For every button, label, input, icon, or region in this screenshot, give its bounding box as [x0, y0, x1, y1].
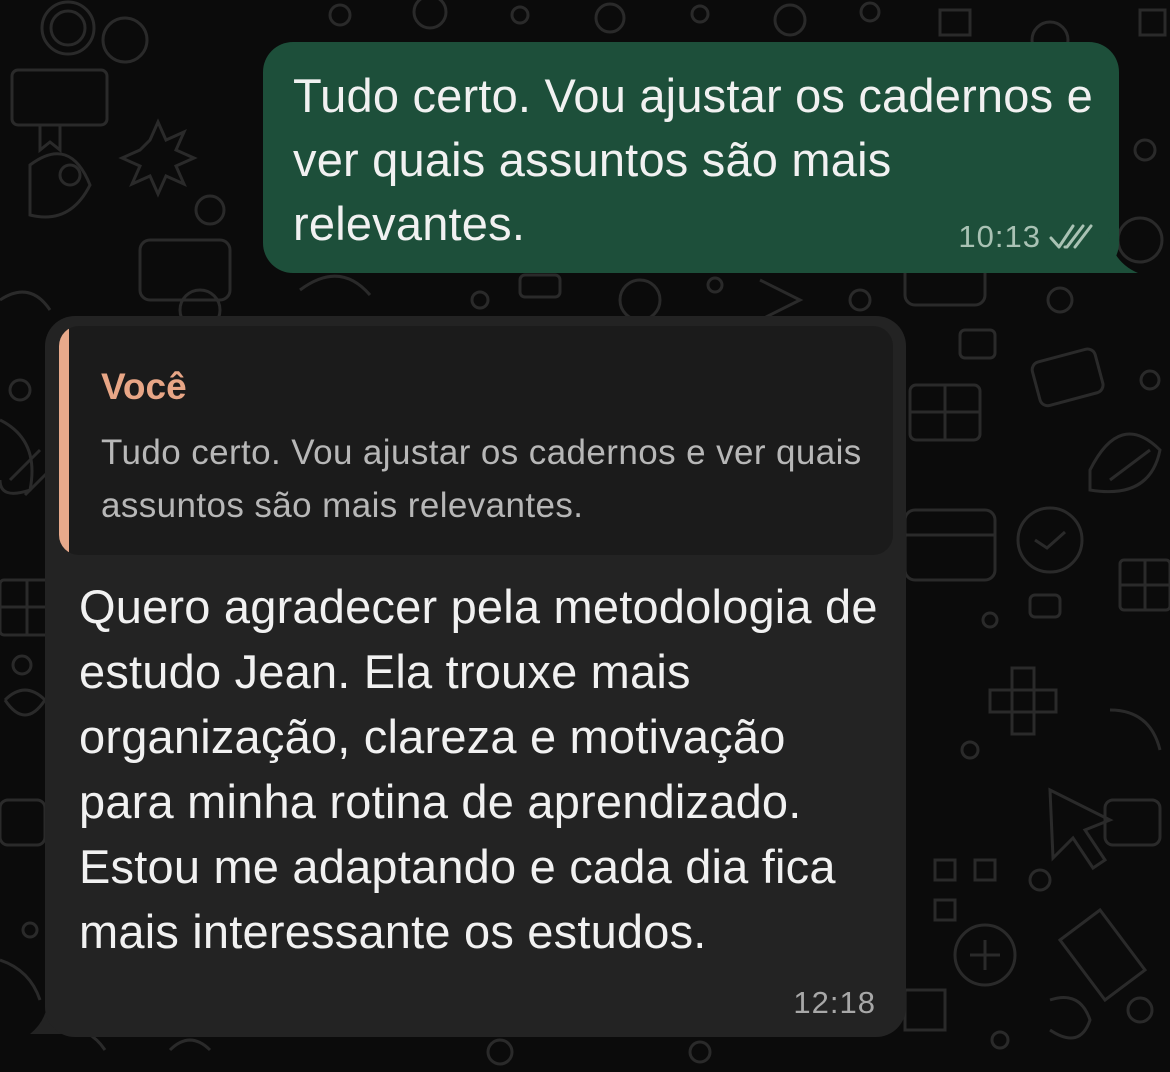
incoming-message-bubble[interactable]: Você Tudo certo. Vou ajustar os cadernos…	[45, 316, 906, 1037]
outgoing-message-meta: 10:13	[958, 219, 1093, 255]
quote-accent-bar	[59, 326, 69, 555]
incoming-message-text: Quero agradecer pela metodologia de estu…	[79, 580, 878, 958]
outgoing-bubble-tail	[1090, 232, 1138, 273]
incoming-message-time: 12:18	[793, 985, 876, 1020]
outgoing-message-time: 10:13	[958, 219, 1041, 254]
quote-author: Você	[101, 366, 187, 407]
double-check-icon	[1049, 224, 1093, 249]
quote-text: Tudo certo. Vou ajustar os cadernos e ve…	[101, 433, 862, 525]
quoted-message[interactable]: Você Tudo certo. Vou ajustar os cadernos…	[59, 326, 893, 555]
outgoing-message-bubble[interactable]: Tudo certo. Vou ajustar os cadernos e ve…	[263, 42, 1119, 273]
chat-view[interactable]: Tudo certo. Vou ajustar os cadernos e ve…	[0, 0, 1170, 1072]
